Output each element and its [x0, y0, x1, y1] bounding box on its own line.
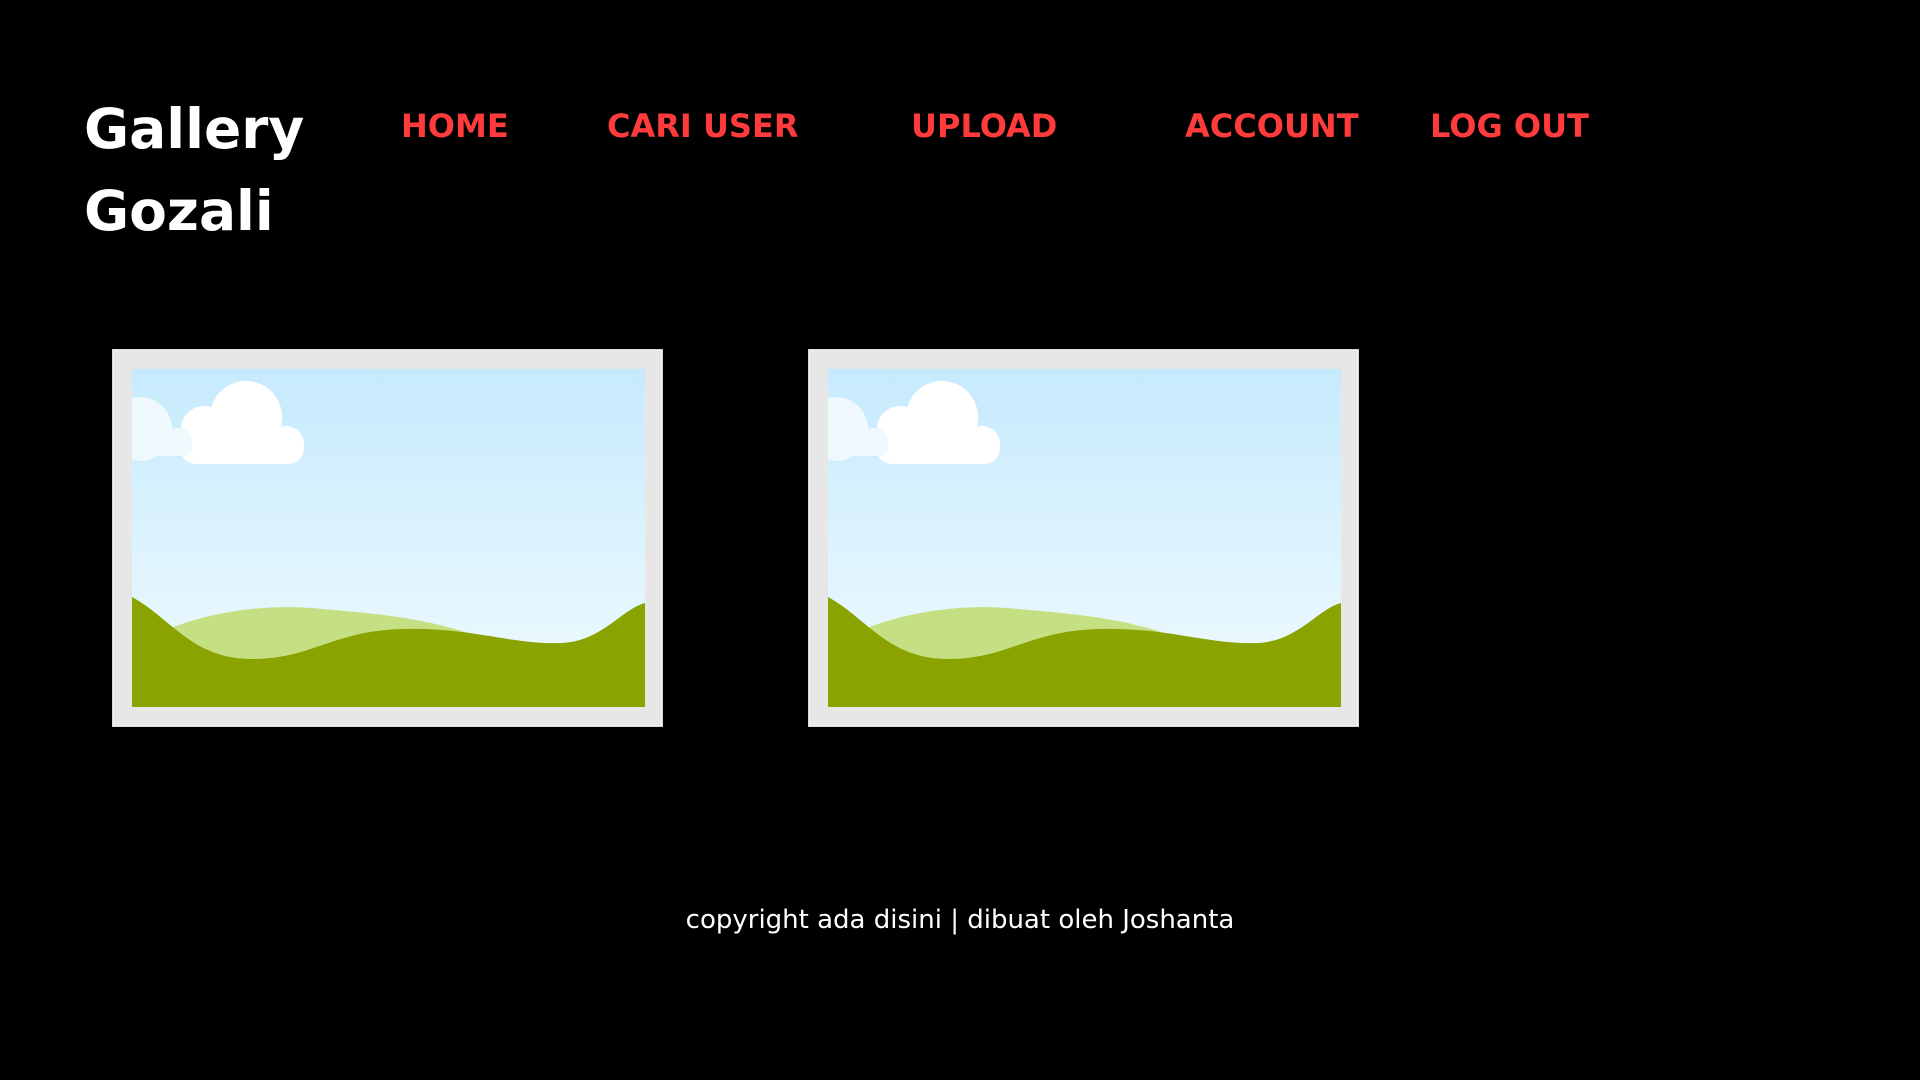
- site-title-line2: Gozali: [84, 179, 274, 243]
- landscape-image-placeholder-icon: [132, 369, 645, 707]
- nav-home-link[interactable]: HOME: [401, 104, 509, 148]
- nav-cari-user-link[interactable]: CARI USER: [607, 104, 798, 148]
- nav-logout-link[interactable]: LOG OUT: [1430, 104, 1589, 148]
- nav-upload-link[interactable]: UPLOAD: [911, 104, 1057, 148]
- landscape-image-placeholder-icon: [828, 369, 1341, 707]
- gallery-photo-2[interactable]: [808, 349, 1359, 727]
- nav-account-link[interactable]: ACCOUNT: [1185, 104, 1359, 148]
- gallery-photo-1[interactable]: [112, 349, 663, 727]
- footer-copyright: copyright ada disini | dibuat oleh Josha…: [685, 905, 1235, 935]
- page: Gallery Gozali HOME CARI USER UPLOAD ACC…: [0, 0, 1920, 1080]
- main-nav: HOME CARI USER UPLOAD ACCOUNT LOG OUT: [0, 104, 1920, 148]
